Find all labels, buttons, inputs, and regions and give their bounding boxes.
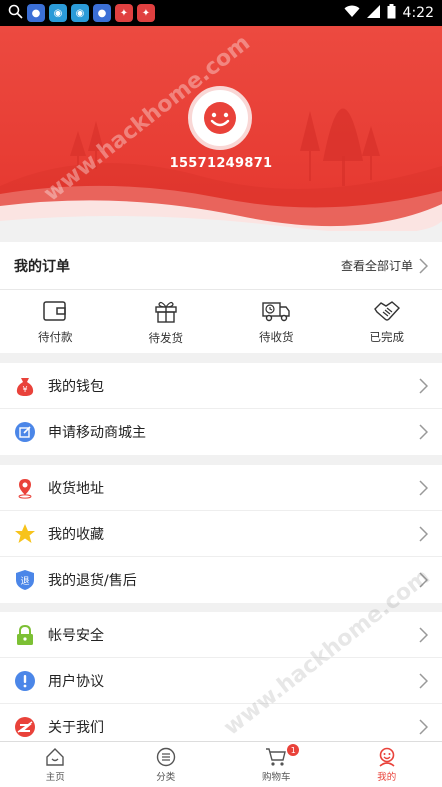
- cart-count-badge: 1: [287, 744, 300, 756]
- chevron-right-icon: [419, 719, 428, 735]
- svg-text:¥: ¥: [22, 385, 27, 394]
- home-icon: [46, 747, 64, 766]
- chevron-right-icon: [419, 378, 428, 394]
- tab-label: 主页: [45, 771, 65, 783]
- menu-item-label: 我的退货/售后: [48, 573, 137, 589]
- menu-group-account: 帐号安全 用户协议 关于我们: [0, 612, 442, 750]
- clock-time: 4:22: [402, 5, 434, 21]
- menu-item-account-security[interactable]: 帐号安全: [0, 612, 442, 658]
- info-icon: [14, 670, 36, 692]
- battery-icon: [387, 3, 396, 23]
- app-notification-icon: ✦: [137, 4, 155, 22]
- cart-icon: [266, 747, 287, 766]
- menu-item-shipping-address[interactable]: 收货地址: [0, 465, 442, 511]
- wallet-icon: [43, 300, 66, 321]
- app-notification-icon: ●: [27, 4, 45, 22]
- tab-category[interactable]: 分类: [111, 742, 222, 787]
- user-avatar-icon: [204, 102, 236, 134]
- menu-item-user-agreement[interactable]: 用户协议: [0, 658, 442, 704]
- bottom-tab-bar: 主页 分类 1 购物车 我的: [0, 741, 442, 787]
- menu-item-label: 帐号安全: [48, 627, 104, 644]
- order-status-pending-payment[interactable]: 待付款: [0, 290, 111, 353]
- order-status-label: 待付款: [38, 329, 73, 344]
- profile-header: 15571249871 www.hackhome.com: [0, 26, 442, 231]
- tab-cart[interactable]: 1 购物车: [221, 742, 332, 787]
- menu-group-orders: 收货地址 我的收藏 退 我的退货/售后: [0, 465, 442, 603]
- menu-item-returns[interactable]: 退 我的退货/售后: [0, 557, 442, 603]
- user-phone-number: 15571249871: [169, 156, 273, 171]
- wifi-icon: [344, 5, 360, 22]
- app-notification-icon: ✦: [115, 4, 133, 22]
- menu-item-label: 关于我们: [48, 720, 104, 736]
- about-logo-icon: [14, 716, 36, 738]
- edit-icon: [14, 421, 36, 443]
- menu-item-my-wallet[interactable]: ¥ 我的钱包: [0, 363, 442, 409]
- lock-icon: [14, 624, 36, 646]
- search-icon: [8, 4, 23, 23]
- chevron-right-icon: [419, 526, 428, 542]
- tab-profile[interactable]: 我的: [332, 742, 442, 787]
- tab-label: 我的: [377, 771, 397, 783]
- menu-item-label: 我的钱包: [48, 378, 104, 395]
- tab-label: 分类: [156, 771, 176, 783]
- menu-item-label: 申请移动商城主: [48, 425, 146, 441]
- chevron-right-icon: [419, 572, 428, 588]
- location-pin-icon: [14, 477, 36, 499]
- order-status-pending-shipment[interactable]: 待发货: [111, 290, 222, 353]
- svg-text:退: 退: [20, 576, 29, 587]
- menu-item-label: 收货地址: [48, 480, 104, 497]
- menu-item-label: 我的收藏: [48, 526, 104, 543]
- chevron-right-icon: [419, 424, 428, 440]
- notification-icons: ● ◉ ◉ ● ✦ ✦: [8, 4, 155, 23]
- order-status-label: 待发货: [148, 330, 184, 345]
- app-notification-icon: ◉: [49, 4, 67, 22]
- menu-item-label: 用户协议: [48, 673, 104, 690]
- handshake-icon: [373, 300, 400, 321]
- app-notification-icon: ●: [93, 4, 111, 22]
- order-status-label: 待收货: [259, 329, 294, 344]
- chevron-right-icon: [419, 257, 428, 274]
- avatar[interactable]: [188, 86, 252, 150]
- tab-home[interactable]: 主页: [0, 742, 111, 787]
- chevron-right-icon: [419, 627, 428, 643]
- menu-group-wallet: ¥ 我的钱包 申请移动商城主: [0, 363, 442, 455]
- return-shield-icon: 退: [14, 569, 36, 591]
- chevron-right-icon: [419, 480, 428, 496]
- view-all-orders-link[interactable]: 查看全部订单: [341, 257, 428, 274]
- category-icon: [156, 747, 175, 766]
- order-status-row: 待付款 待发货 待收货 已完成: [0, 290, 442, 353]
- gift-icon: [155, 301, 177, 323]
- app-notification-icon: ◉: [71, 4, 89, 22]
- star-icon: [14, 523, 36, 545]
- money-bag-icon: ¥: [14, 375, 36, 397]
- view-all-orders-label: 查看全部订单: [340, 259, 413, 273]
- status-bar: ● ◉ ◉ ● ✦ ✦ 4:22: [0, 0, 442, 26]
- signal-icon: [366, 4, 380, 22]
- profile-icon: [379, 747, 395, 767]
- menu-item-apply-store-owner[interactable]: 申请移动商城主: [0, 409, 442, 455]
- my-orders-header: 我的订单 查看全部订单: [0, 242, 442, 290]
- order-status-completed[interactable]: 已完成: [332, 290, 442, 353]
- order-status-label: 已完成: [369, 329, 405, 344]
- tab-label: 购物车: [261, 771, 291, 783]
- chevron-right-icon: [419, 673, 428, 689]
- order-status-pending-receipt[interactable]: 待收货: [221, 290, 332, 353]
- truck-icon: [262, 301, 290, 321]
- menu-item-my-favorites[interactable]: 我的收藏: [0, 511, 442, 557]
- my-orders-title: 我的订单: [14, 258, 70, 275]
